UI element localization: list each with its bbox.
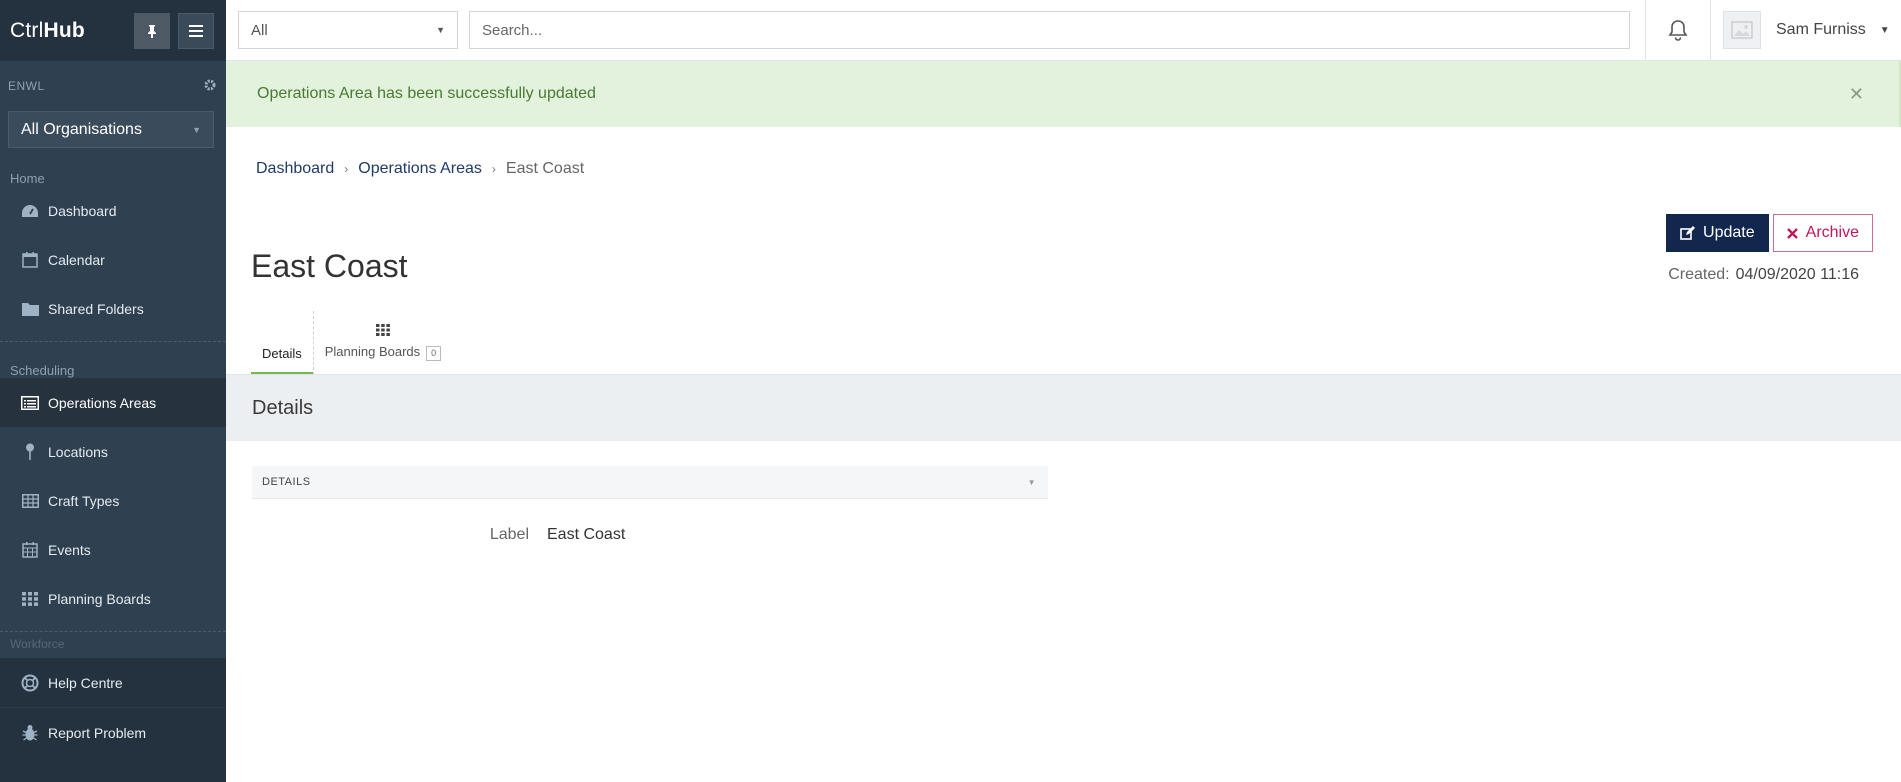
pin-icon <box>20 443 40 461</box>
breadcrumb-current: East Coast <box>505 160 585 177</box>
breadcrumb-link-operations-areas[interactable]: Operations Areas <box>358 160 482 178</box>
search-input[interactable] <box>469 11 1630 49</box>
gear-icon[interactable] <box>204 79 216 94</box>
detail-field-label: Label East Coast <box>252 526 1048 544</box>
organisation-select-value: All Organisations <box>21 120 142 138</box>
pin-sidebar-button[interactable] <box>134 12 170 49</box>
sidebar-item-locations[interactable]: Locations <box>0 427 226 476</box>
user-menu[interactable]: Sam Furniss ▼ <box>1723 0 1890 61</box>
sidebar-item-label: Craft Types <box>48 492 120 509</box>
sidebar-item-calendar[interactable]: Calendar <box>0 235 226 284</box>
tab-planning-boards[interactable]: Planning Boards 0 <box>312 311 452 375</box>
bug-icon <box>20 724 40 742</box>
archive-button-label: Archive <box>1805 224 1859 241</box>
section-title: Details <box>226 375 1901 441</box>
sidebar-item-label: Shared Folders <box>48 300 144 317</box>
section-label-scheduling: Scheduling <box>10 363 75 378</box>
sidebar: CtrlHub ENWL All Organisations ▼ Home Da… <box>0 0 226 782</box>
menu-toggle-button[interactable] <box>178 12 214 49</box>
folder-icon <box>20 302 40 316</box>
grid-icon <box>20 591 40 606</box>
topbar: All ▼ Sam Furniss ▼ <box>226 0 1901 61</box>
close-icon <box>1786 227 1798 239</box>
sidebar-item-dashboard[interactable]: Dashboard <box>0 186 226 235</box>
edit-icon <box>1680 225 1696 240</box>
chevron-down-icon: ▼ <box>1027 477 1036 487</box>
sidebar-item-events[interactable]: Events <box>0 525 226 574</box>
sidebar-item-label: Locations <box>48 443 108 460</box>
image-placeholder-icon <box>1731 21 1753 39</box>
update-button-label: Update <box>1703 224 1755 241</box>
chevron-right-icon: › <box>344 162 349 176</box>
created-label: Created: <box>1668 266 1730 283</box>
organisation-select[interactable]: All Organisations ▼ <box>8 111 214 148</box>
table-icon <box>20 493 40 508</box>
search-scope-value: All <box>251 21 268 39</box>
brand-logo[interactable]: CtrlHub <box>10 19 85 43</box>
help-centre-link[interactable]: Help Centre <box>0 658 226 708</box>
section-label-workforce: Workforce <box>10 637 65 651</box>
sidebar-item-label: Dashboard <box>48 202 117 219</box>
breadcrumb-link-dashboard[interactable]: Dashboard <box>256 160 334 178</box>
user-name: Sam Furniss <box>1776 21 1866 38</box>
brand-bold: Hub <box>43 18 85 42</box>
success-alert: Operations Area has been successfully up… <box>226 61 1901 127</box>
page-title: East Coast <box>251 248 408 284</box>
avatar <box>1723 11 1761 49</box>
sidebar-item-operations-areas[interactable]: Operations Areas <box>0 378 226 427</box>
page-actions: Update Archive <box>1666 214 1873 252</box>
dashboard-icon <box>20 204 40 218</box>
chevron-right-icon: › <box>491 162 496 176</box>
lifebuoy-icon <box>20 674 40 692</box>
chevron-down-icon: ▼ <box>1879 24 1890 36</box>
grid-icon <box>375 324 390 336</box>
sidebar-item-label: Operations Areas <box>48 394 157 411</box>
tab-bar: Details Planning Boards 0 <box>251 311 452 375</box>
count-badge: 0 <box>426 346 442 361</box>
update-button[interactable]: Update <box>1666 214 1769 252</box>
sidebar-item-planning-boards[interactable]: Planning Boards <box>0 574 226 623</box>
sidebar-item-label: Help Centre <box>48 674 123 691</box>
hamburger-icon <box>189 24 203 37</box>
bell-icon <box>1668 20 1688 41</box>
calendar-icon <box>20 251 40 268</box>
tab-details[interactable]: Details <box>251 311 313 375</box>
created-value: 04/09/2020 11:16 <box>1735 266 1859 283</box>
sidebar-item-shared-folders[interactable]: Shared Folders <box>0 284 226 333</box>
sidebar-bottom-nav: Workforce Help Centre Report Problem <box>0 637 226 782</box>
sidebar-item-label: Planning Boards <box>48 590 151 607</box>
field-value: East Coast <box>547 526 626 543</box>
archive-button[interactable]: Archive <box>1772 214 1873 252</box>
close-icon[interactable]: ✕ <box>1849 84 1864 105</box>
main-content: Operations Area has been successfully up… <box>226 61 1901 782</box>
sidebar-item-label: Events <box>48 541 91 558</box>
details-card-header[interactable]: DETAILS ▼ <box>252 466 1048 499</box>
search-scope-select[interactable]: All ▼ <box>238 11 458 49</box>
section-label-home: Home <box>10 171 45 186</box>
notifications-button[interactable] <box>1645 0 1711 61</box>
list-icon <box>20 395 40 410</box>
pin-icon <box>148 24 156 38</box>
chevron-down-icon: ▼ <box>436 25 445 35</box>
details-card-title: DETAILS <box>262 476 311 488</box>
report-problem-link[interactable]: Report Problem <box>0 708 226 758</box>
created-info: Created: 04/09/2020 11:16 <box>1668 266 1859 284</box>
tab-label: Planning Boards <box>324 344 421 359</box>
tab-label: Details <box>262 346 302 361</box>
brand-prefix: Ctrl <box>10 18 44 42</box>
brand-bar: CtrlHub <box>0 0 226 61</box>
field-label: Label <box>489 526 529 543</box>
breadcrumb: Dashboard › Operations Areas › East Coas… <box>256 160 584 178</box>
sidebar-item-label: Report Problem <box>48 725 147 741</box>
sidebar-item-craft-types[interactable]: Craft Types <box>0 476 226 525</box>
calendar-grid-icon <box>20 541 40 558</box>
org-label: ENWL <box>8 79 45 93</box>
org-row: ENWL <box>0 61 226 111</box>
sidebar-item-label: Calendar <box>48 251 105 268</box>
alert-message: Operations Area has been successfully up… <box>257 85 596 102</box>
chevron-down-icon: ▼ <box>192 124 201 135</box>
